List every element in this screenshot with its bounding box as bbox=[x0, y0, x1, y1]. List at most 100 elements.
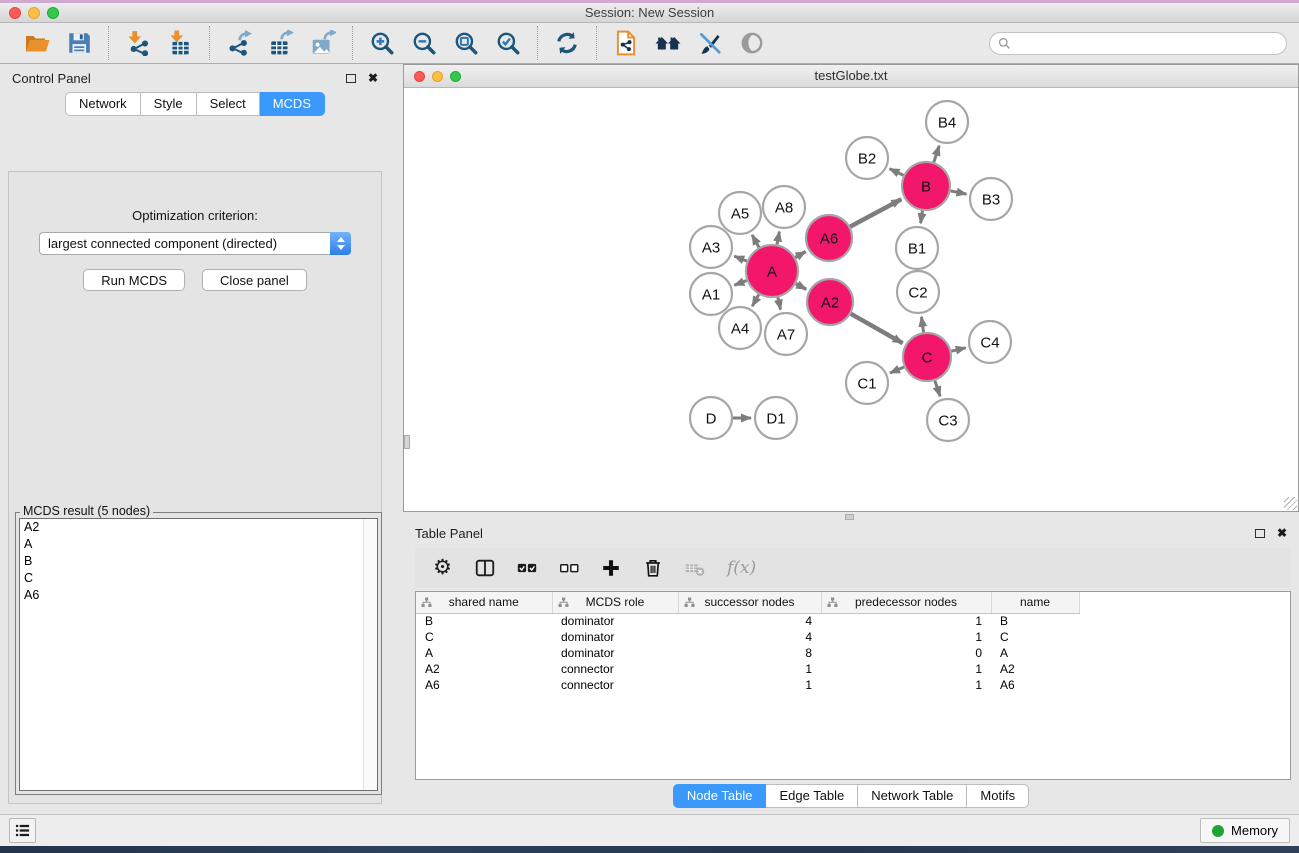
graph-edge-B-B1[interactable] bbox=[921, 211, 923, 224]
close-panel-button[interactable]: Close panel bbox=[202, 269, 307, 291]
table-cell[interactable]: C bbox=[416, 629, 552, 645]
graph-edge-A-A5[interactable] bbox=[752, 235, 759, 247]
import-table-icon[interactable] bbox=[164, 27, 196, 59]
table-cell[interactable]: 0 bbox=[821, 645, 991, 661]
close-window-icon[interactable] bbox=[9, 7, 21, 19]
table-cell[interactable]: 1 bbox=[821, 629, 991, 645]
task-history-button[interactable] bbox=[9, 818, 36, 843]
show-all-icon[interactable] bbox=[736, 27, 768, 59]
run-mcds-button[interactable]: Run MCDS bbox=[83, 269, 185, 291]
result-item[interactable]: C bbox=[20, 570, 377, 587]
table-cell[interactable]: 1 bbox=[821, 661, 991, 677]
tab-select[interactable]: Select bbox=[197, 92, 260, 116]
table-cell[interactable]: dominator bbox=[552, 629, 678, 645]
column-header-successor-nodes[interactable]: successor nodes bbox=[678, 592, 821, 613]
result-item[interactable]: A2 bbox=[20, 519, 377, 536]
first-neighbors-icon[interactable] bbox=[652, 27, 684, 59]
table-cell[interactable]: connector bbox=[552, 677, 678, 693]
table-cell[interactable]: connector bbox=[552, 661, 678, 677]
result-item[interactable]: A6 bbox=[20, 587, 377, 604]
table-cell[interactable]: 1 bbox=[821, 613, 991, 629]
table-cell[interactable]: A bbox=[991, 645, 1079, 661]
tab-edge-table[interactable]: Edge Table bbox=[766, 784, 858, 808]
import-network-icon[interactable] bbox=[122, 27, 154, 59]
titlebar[interactable]: Session: New Session bbox=[0, 3, 1299, 23]
network-zoom-icon[interactable] bbox=[450, 71, 461, 82]
graph-edge-A-A1[interactable] bbox=[734, 281, 746, 286]
column-header-predecessor-nodes[interactable]: predecessor nodes bbox=[821, 592, 991, 613]
graph-edge-A-A4[interactable] bbox=[752, 295, 759, 307]
result-scrollbar[interactable] bbox=[363, 519, 377, 790]
split-columns-icon[interactable] bbox=[471, 555, 498, 582]
refresh-layout-icon[interactable] bbox=[551, 27, 583, 59]
graph-edge-B-B4[interactable] bbox=[934, 146, 939, 162]
close-table-panel-icon[interactable]: ✖ bbox=[1277, 528, 1287, 538]
tab-style[interactable]: Style bbox=[141, 92, 197, 116]
zoom-window-icon[interactable] bbox=[47, 7, 59, 19]
graph-edge-C-C3[interactable] bbox=[935, 381, 940, 397]
search-input[interactable] bbox=[1015, 36, 1278, 50]
table-row[interactable]: Adominator80A bbox=[416, 645, 1079, 661]
hide-selected-icon[interactable] bbox=[694, 27, 726, 59]
table-cell[interactable]: 4 bbox=[678, 613, 821, 629]
column-header-mcds-role[interactable]: MCDS role bbox=[552, 592, 678, 613]
horizontal-scrollbar-thumb[interactable] bbox=[845, 514, 854, 520]
save-session-icon[interactable] bbox=[63, 27, 95, 59]
zoom-in-icon[interactable] bbox=[366, 27, 398, 59]
network-graph[interactable]: AA6A2BCA5A8A3A1A4A7B2B4B3B1C2C4C1C3DD1 bbox=[404, 89, 1298, 511]
graph-edge-A6-B[interactable] bbox=[850, 199, 901, 226]
network-from-selection-icon[interactable] bbox=[610, 27, 642, 59]
node-table[interactable]: shared nameMCDS rolesuccessor nodesprede… bbox=[416, 592, 1080, 693]
graph-edge-A-A7[interactable] bbox=[778, 297, 781, 309]
minimize-window-icon[interactable] bbox=[28, 7, 40, 19]
table-cell[interactable]: A2 bbox=[991, 661, 1079, 677]
export-table-icon[interactable] bbox=[265, 27, 297, 59]
criterion-dropdown[interactable]: largest connected component (directed) bbox=[39, 232, 351, 255]
vertical-scrollbar-thumb[interactable] bbox=[404, 435, 410, 449]
column-header-shared-name[interactable]: shared name bbox=[416, 592, 552, 613]
export-image-icon[interactable] bbox=[307, 27, 339, 59]
graph-edge-A-A6[interactable] bbox=[795, 252, 805, 258]
zoom-selected-icon[interactable] bbox=[492, 27, 524, 59]
graph-edge-A2-C[interactable] bbox=[851, 314, 903, 343]
function-builder-icon[interactable]: f(x) bbox=[727, 558, 756, 578]
table-cell[interactable]: dominator bbox=[552, 613, 678, 629]
graph-edge-A-A3[interactable] bbox=[734, 256, 747, 261]
gear-icon[interactable]: ⚙ bbox=[429, 555, 456, 582]
table-cell[interactable]: 4 bbox=[678, 629, 821, 645]
select-checkboxes-icon[interactable] bbox=[513, 555, 540, 582]
table-row[interactable]: A2connector11A2 bbox=[416, 661, 1079, 677]
float-panel-icon[interactable] bbox=[346, 74, 356, 83]
zoom-fit-icon[interactable] bbox=[450, 27, 482, 59]
tab-network-table[interactable]: Network Table bbox=[858, 784, 967, 808]
table-row[interactable]: A6connector11A6 bbox=[416, 677, 1079, 693]
column-header-name[interactable]: name bbox=[991, 592, 1079, 613]
network-canvas[interactable]: AA6A2BCA5A8A3A1A4A7B2B4B3B1C2C4C1C3DD1 bbox=[404, 89, 1298, 511]
tab-mcds[interactable]: MCDS bbox=[260, 92, 325, 116]
result-item[interactable]: A bbox=[20, 536, 377, 553]
float-table-panel-icon[interactable] bbox=[1255, 529, 1265, 538]
clear-checkboxes-icon[interactable] bbox=[555, 555, 582, 582]
graph-edge-C-C1[interactable] bbox=[890, 367, 904, 373]
table-cell[interactable]: 1 bbox=[821, 677, 991, 693]
table-row[interactable]: Cdominator41C bbox=[416, 629, 1079, 645]
delete-table-icon[interactable] bbox=[681, 555, 708, 582]
table-cell[interactable]: 1 bbox=[678, 661, 821, 677]
graph-edge-A-A8[interactable] bbox=[777, 232, 779, 245]
search-field[interactable] bbox=[989, 32, 1287, 55]
graph-edge-C-C2[interactable] bbox=[921, 317, 923, 332]
table-cell[interactable]: 1 bbox=[678, 677, 821, 693]
graph-edge-B-B2[interactable] bbox=[890, 169, 904, 176]
table-row[interactable]: Bdominator41B bbox=[416, 613, 1079, 629]
table-cell[interactable]: A6 bbox=[416, 677, 552, 693]
table-cell[interactable]: B bbox=[416, 613, 552, 629]
export-network-icon[interactable] bbox=[223, 27, 255, 59]
result-item[interactable]: B bbox=[20, 553, 377, 570]
table-cell[interactable]: 8 bbox=[678, 645, 821, 661]
delete-icon[interactable] bbox=[639, 555, 666, 582]
zoom-out-icon[interactable] bbox=[408, 27, 440, 59]
table-cell[interactable]: A bbox=[416, 645, 552, 661]
table-cell[interactable]: A2 bbox=[416, 661, 552, 677]
network-minimize-icon[interactable] bbox=[432, 71, 443, 82]
table-cell[interactable]: C bbox=[991, 629, 1079, 645]
